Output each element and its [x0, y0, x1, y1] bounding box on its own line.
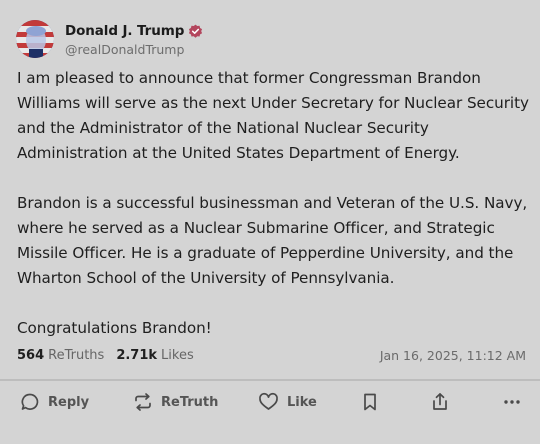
like-button[interactable]: Like — [258, 388, 317, 416]
like-label: Like — [287, 394, 317, 410]
action-bar: Reply ReTruth Like — [20, 388, 525, 416]
retruths-label[interactable]: ReTruths — [48, 348, 104, 363]
post-paragraph: Brandon is a successful businessman and … — [17, 194, 528, 287]
author-names: Donald J. Trump @realDonaldTrump — [65, 21, 203, 57]
author-display-name[interactable]: Donald J. Trump — [65, 23, 184, 39]
verified-badge-icon — [188, 24, 203, 39]
share-button[interactable] — [430, 388, 450, 416]
more-options-button[interactable] — [502, 388, 522, 416]
bookmark-icon — [361, 392, 379, 412]
post-stats: 564 ReTruths 2.71k Likes Jan 16, 2025, 1… — [17, 344, 526, 366]
retruth-button[interactable]: ReTruth — [133, 388, 218, 416]
reply-label: Reply — [48, 394, 90, 410]
likes-label[interactable]: Likes — [161, 348, 194, 363]
bottom-spacer — [0, 428, 540, 444]
retruth-label: ReTruth — [161, 394, 219, 410]
post-header: Donald J. Trump @realDonaldTrump — [16, 18, 203, 60]
retruths-count[interactable]: 564 — [17, 348, 44, 363]
bookmark-button[interactable] — [361, 388, 379, 416]
reply-button[interactable]: Reply — [20, 388, 89, 416]
divider — [0, 379, 540, 381]
post-paragraph: Congratulations Brandon! — [17, 319, 212, 337]
post-body: I am pleased to announce that former Con… — [17, 66, 529, 341]
post-paragraph: I am pleased to announce that former Con… — [17, 69, 529, 162]
avatar-image — [16, 20, 54, 58]
post-card: Donald J. Trump @realDonaldTrump I am pl… — [0, 0, 540, 444]
likes-count[interactable]: 2.71k — [116, 348, 157, 363]
author-avatar[interactable] — [16, 20, 54, 58]
retruth-icon — [133, 392, 153, 412]
post-timestamp[interactable]: Jan 16, 2025, 11:12 AM — [380, 348, 526, 363]
name-row: Donald J. Trump — [65, 21, 203, 41]
author-handle[interactable]: @realDonaldTrump — [65, 42, 203, 57]
more-icon — [502, 392, 522, 412]
reply-icon — [20, 392, 40, 412]
heart-icon — [258, 392, 279, 412]
share-icon — [430, 392, 450, 412]
